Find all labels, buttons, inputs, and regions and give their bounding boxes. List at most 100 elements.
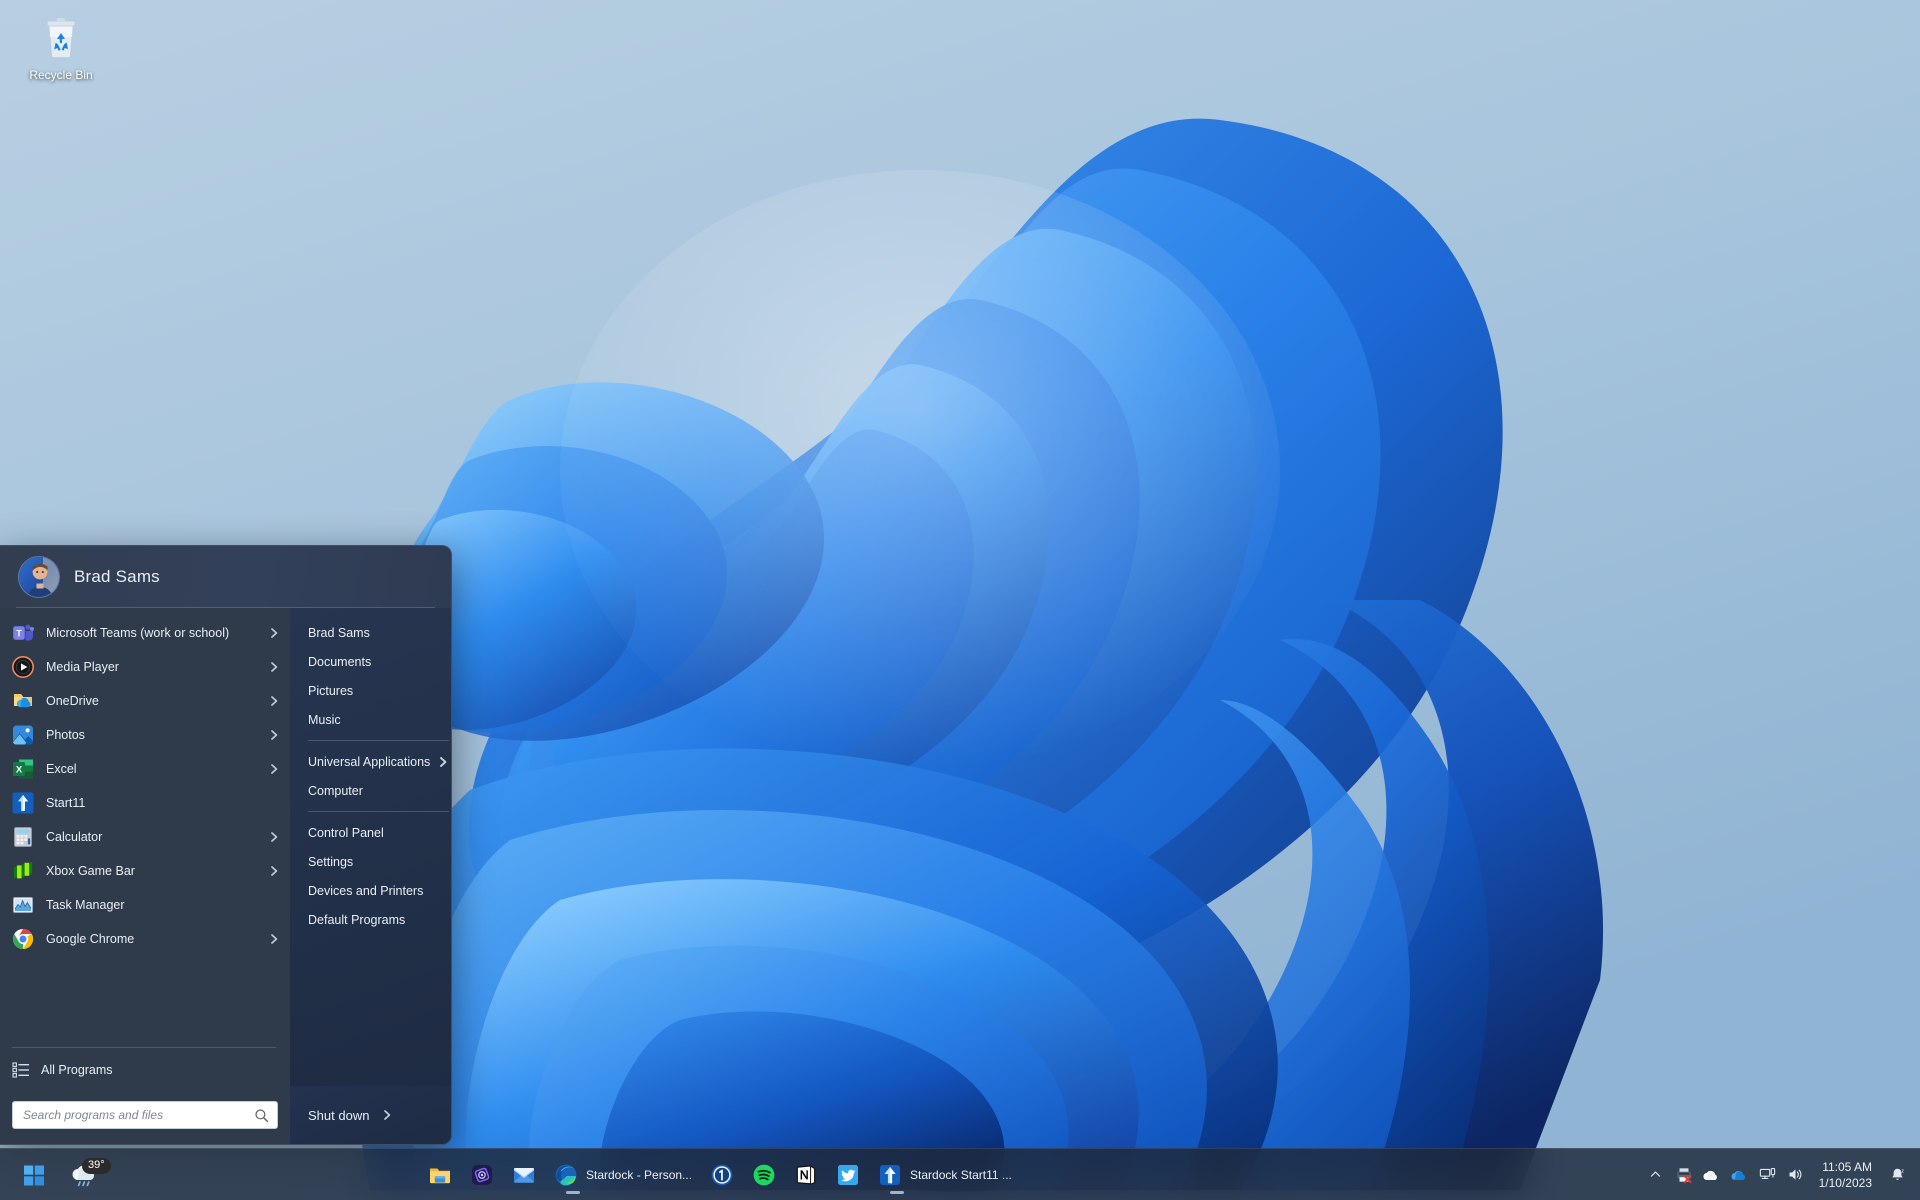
- start-menu-item-photos[interactable]: Photos: [0, 718, 290, 752]
- right-item-music[interactable]: Music: [290, 705, 451, 734]
- chevron-right-icon: [268, 695, 280, 707]
- onedrive-personal-icon-button[interactable]: [1699, 1162, 1725, 1188]
- desktop-icon-recycle-bin[interactable]: Recycle Bin: [18, 14, 104, 82]
- start-button[interactable]: [14, 1155, 54, 1195]
- network-status-button[interactable]: [1755, 1162, 1781, 1188]
- right-item-pictures[interactable]: Pictures: [290, 676, 451, 705]
- right-item-label: Brad Sams: [308, 625, 370, 640]
- start-menu-left-pane: T Microsoft Teams (work or school) Media…: [0, 608, 290, 1086]
- right-item-control-panel[interactable]: Control Panel: [290, 818, 451, 847]
- chevron-right-icon: [437, 756, 449, 768]
- mail-icon: [512, 1163, 536, 1187]
- start-menu[interactable]: Brad Sams T Microsoft Teams (work or sch…: [0, 545, 452, 1145]
- pinned-apps-list: T Microsoft Teams (work or school) Media…: [0, 616, 290, 1040]
- search-box[interactable]: [12, 1101, 278, 1129]
- xbox-game-bar-icon: [12, 860, 34, 882]
- taskbar-item-spotify[interactable]: [744, 1155, 784, 1195]
- chevron-up-icon: [1650, 1171, 1661, 1177]
- user-avatar[interactable]: [18, 556, 60, 598]
- start-menu-item-google-chrome[interactable]: Google Chrome: [0, 922, 290, 956]
- svg-text:T: T: [16, 629, 22, 639]
- start11-icon: [12, 792, 34, 814]
- right-item-devices-and-printers[interactable]: Devices and Printers: [290, 876, 451, 905]
- right-item-universal-applications[interactable]: Universal Applications: [290, 747, 451, 776]
- right-item-label: Default Programs: [308, 912, 406, 927]
- volume-status-button[interactable]: [1783, 1162, 1809, 1188]
- taskbar-item-microsoft-loop[interactable]: [462, 1155, 502, 1195]
- task-manager-icon: [12, 894, 34, 916]
- taskbar-item-stardock-start11[interactable]: Stardock Start11 ...: [870, 1155, 1020, 1195]
- right-item-label: Devices and Printers: [308, 883, 424, 898]
- start-menu-item-label: Google Chrome: [46, 932, 135, 946]
- desktop-icon-label: Recycle Bin: [29, 68, 93, 82]
- taskbar-item-1password[interactable]: [702, 1155, 742, 1195]
- taskbar-item-notion[interactable]: [786, 1155, 826, 1195]
- calculator-icon: [12, 826, 34, 848]
- search-input[interactable]: [23, 1108, 254, 1122]
- start-menu-item-xbox-game-bar[interactable]: Xbox Game Bar: [0, 854, 290, 888]
- taskbar-item-file-explorer[interactable]: [420, 1155, 460, 1195]
- start-menu-item-microsoft-teams[interactable]: T Microsoft Teams (work or school): [0, 616, 290, 650]
- notifications-button[interactable]: z: [1884, 1162, 1910, 1188]
- right-item-label: Pictures: [308, 683, 354, 698]
- all-programs-button[interactable]: All Programs: [0, 1054, 290, 1086]
- right-item-label: Music: [308, 712, 341, 727]
- show-hidden-icons-button[interactable]: [1643, 1162, 1669, 1188]
- start-menu-item-label: Start11: [46, 796, 86, 810]
- taskbar-item-microsoft-edge[interactable]: Stardock - Person...: [546, 1155, 700, 1195]
- start-menu-item-calculator[interactable]: Calculator: [0, 820, 290, 854]
- taskbar-item-label: Stardock Start11 ...: [910, 1167, 1012, 1182]
- chevron-right-icon: [268, 763, 280, 775]
- start-menu-item-label: Xbox Game Bar: [46, 864, 135, 878]
- weather-widget[interactable]: 39°: [60, 1155, 111, 1195]
- taskbar-clock[interactable]: 11:05 AM 1/10/2023: [1811, 1159, 1882, 1191]
- shutdown-label: Shut down: [308, 1107, 370, 1123]
- taskbar-item-mail[interactable]: [504, 1155, 544, 1195]
- start-menu-item-label: Excel: [46, 762, 77, 776]
- avatar-photo: [19, 557, 59, 597]
- twitter-icon: [836, 1163, 860, 1187]
- google-chrome-icon: [12, 928, 34, 950]
- right-item-computer[interactable]: Computer: [290, 776, 451, 805]
- start-menu-right-pane: Brad Sams Documents Pictures Music Unive…: [290, 608, 451, 1086]
- taskbar-item-label: Stardock - Person...: [586, 1167, 693, 1182]
- right-item-label: Control Panel: [308, 825, 384, 840]
- printer-status-icon-button[interactable]: [1671, 1162, 1697, 1188]
- microsoft-teams-icon: T: [12, 622, 34, 644]
- clock-time: 11:05 AM: [1822, 1159, 1872, 1174]
- right-item-label: Documents: [308, 654, 372, 669]
- right-item-default-programs[interactable]: Default Programs: [290, 905, 451, 934]
- start-menu-item-start11[interactable]: Start11: [0, 786, 290, 820]
- desktop[interactable]: Recycle Bin Brad Sams T Microsoft Teams …: [0, 0, 1920, 1200]
- right-item-label: Universal Applications: [308, 754, 431, 769]
- taskbar[interactable]: 39° Stardock - Person... Stardock Start1…: [0, 1148, 1920, 1200]
- start-menu-item-onedrive[interactable]: OneDrive: [0, 684, 290, 718]
- right-item-settings[interactable]: Settings: [290, 847, 451, 876]
- taskbar-system-tray: 11:05 AM 1/10/2023 z: [1643, 1159, 1920, 1191]
- printer-offline-icon: [1676, 1167, 1692, 1183]
- search-container: [0, 1101, 290, 1129]
- right-pane-divider-2: [308, 811, 450, 812]
- all-programs-list-icon: [12, 1061, 30, 1079]
- onedrive-business-icon-button[interactable]: [1727, 1162, 1753, 1188]
- right-item-user-folder[interactable]: Brad Sams: [290, 618, 451, 647]
- taskbar-item-twitter[interactable]: [828, 1155, 868, 1195]
- onedrive-personal-icon: [1703, 1170, 1718, 1181]
- start-menu-item-label: OneDrive: [46, 694, 99, 708]
- start-menu-footer: Shut down: [0, 1086, 451, 1144]
- microsoft-edge-icon: [554, 1163, 578, 1187]
- search-icon[interactable]: [254, 1108, 269, 1123]
- start-menu-item-media-player[interactable]: Media Player: [0, 650, 290, 684]
- start-menu-item-task-manager[interactable]: Task Manager: [0, 888, 290, 922]
- right-item-documents[interactable]: Documents: [290, 647, 451, 676]
- start-menu-header: Brad Sams: [0, 546, 451, 608]
- shutdown-button[interactable]: Shut down: [308, 1102, 401, 1129]
- right-item-label: Computer: [308, 783, 363, 798]
- taskbar-app-area: Stardock - Person... Stardock Start11 ..…: [420, 1155, 1643, 1195]
- left-pane-divider: [12, 1047, 276, 1048]
- start-menu-item-excel[interactable]: X Excel: [0, 752, 290, 786]
- start-menu-item-label: Media Player: [46, 660, 119, 674]
- chevron-right-icon[interactable]: [381, 1109, 393, 1121]
- photos-icon: [12, 724, 34, 746]
- start-menu-item-label: Task Manager: [46, 898, 125, 912]
